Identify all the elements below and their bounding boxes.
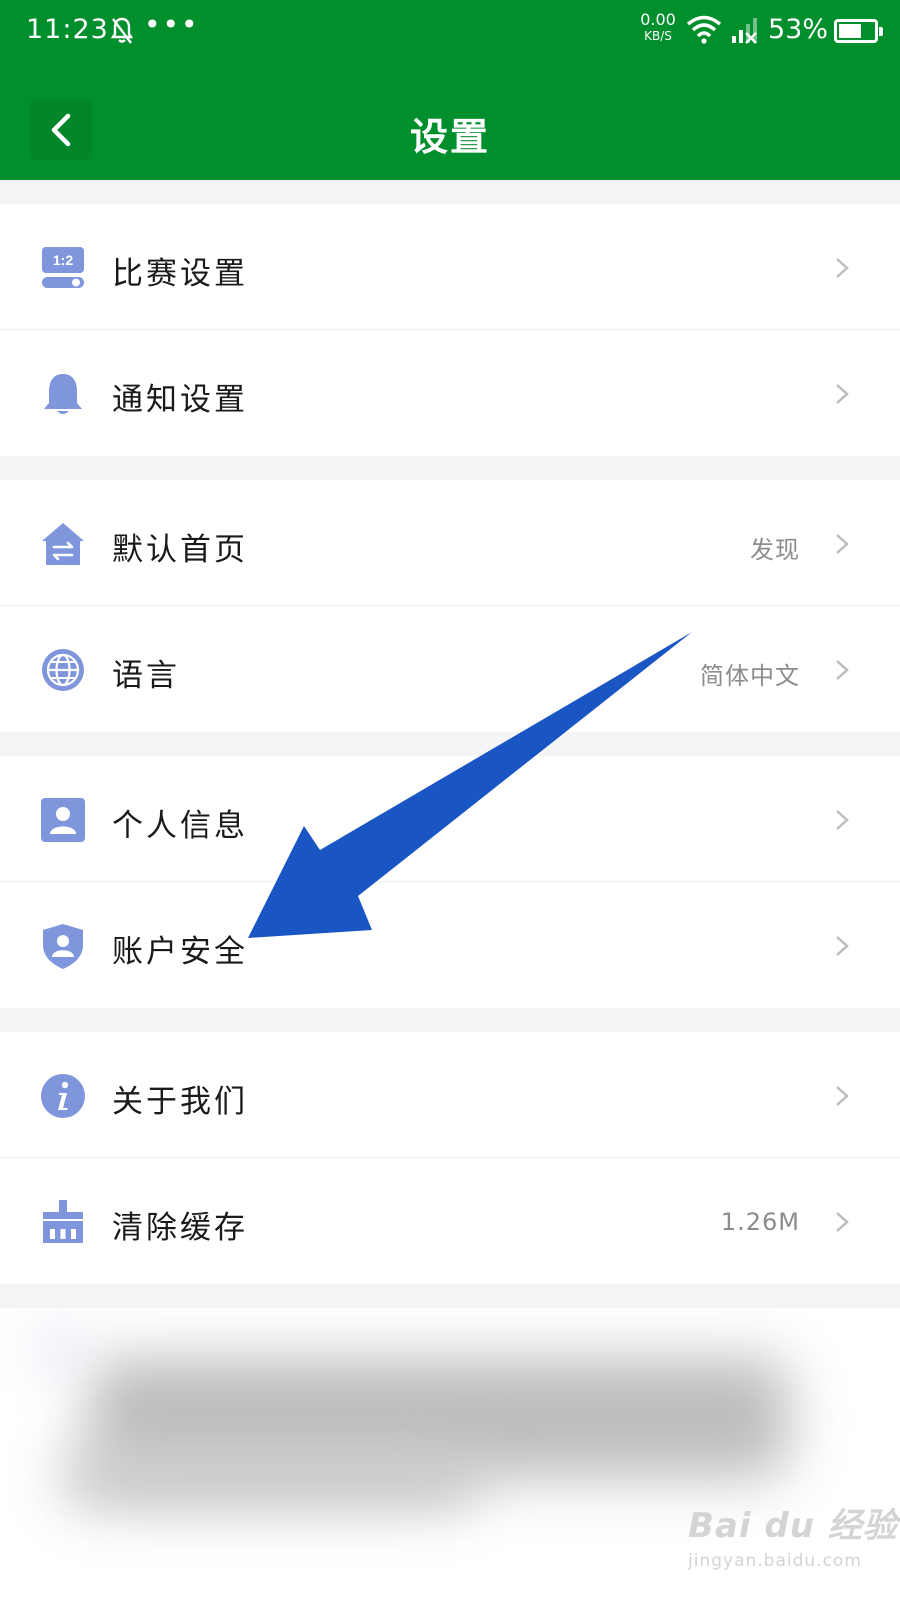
bell-icon xyxy=(44,374,82,414)
shield-user-icon xyxy=(43,924,83,969)
watermark-brand: Bai du 经验 xyxy=(688,1506,898,1546)
settings-group-account: 个人信息 账户安全 xyxy=(0,756,900,1008)
chevron-right-icon xyxy=(836,810,849,830)
settings-row-language[interactable]: 语言 简体中文 xyxy=(0,606,900,732)
net-speed: 0.00 KB/S xyxy=(636,12,680,44)
settings-row-label: 语言 xyxy=(112,658,180,694)
nav-bar: 设置 xyxy=(0,64,900,180)
settings-row-about[interactable]: 关于我们 xyxy=(0,1032,900,1158)
watermark: Bai du 经验 jingyan.baidu.com xyxy=(688,1498,898,1571)
battery-icon xyxy=(834,19,883,43)
settings-row-value: 1.26M xyxy=(720,1208,800,1236)
signal-icon xyxy=(732,18,757,44)
settings-group-general: 默认首页 发现 语言 简体中文 xyxy=(0,480,900,732)
status-bar: 11:23 ••• 0.00 KB/S 53% xyxy=(0,0,900,64)
settings-row-label: 比赛设置 xyxy=(112,256,248,292)
settings-row-value: 简体中文 xyxy=(700,662,800,690)
settings-group-match: 1:2 比赛设置 通知设置 xyxy=(0,204,900,456)
info-icon xyxy=(41,1074,85,1118)
settings-row-value: 发现 xyxy=(750,536,800,564)
settings-row-account-security[interactable]: 账户安全 xyxy=(0,882,900,1008)
net-speed-unit: KB/S xyxy=(644,29,672,43)
broom-icon xyxy=(43,1200,83,1243)
settings-row-default-home[interactable]: 默认首页 发现 xyxy=(0,480,900,606)
more-dots-icon: ••• xyxy=(144,8,200,41)
settings-group-other: 关于我们 清除缓存 1.26M xyxy=(0,1032,900,1284)
page-title: 设置 xyxy=(409,115,490,159)
chevron-right-icon xyxy=(836,258,849,278)
status-time: 11:23 xyxy=(26,14,109,45)
settings-row-label: 个人信息 xyxy=(112,808,248,844)
chevron-right-icon xyxy=(836,1086,849,1106)
settings-row-label: 通知设置 xyxy=(112,382,248,418)
watermark-site: jingyan.baidu.com xyxy=(688,1551,862,1571)
net-speed-value: 0.00 xyxy=(640,10,676,29)
profile-card-icon xyxy=(41,798,85,842)
settings-row-clear-cache[interactable]: 清除缓存 1.26M xyxy=(0,1158,900,1284)
settings-row-label: 关于我们 xyxy=(112,1084,248,1120)
settings-row-match[interactable]: 1:2 比赛设置 xyxy=(0,204,900,330)
wifi-icon xyxy=(686,15,722,44)
chevron-right-icon xyxy=(836,1212,849,1232)
chevron-right-icon xyxy=(836,660,849,680)
globe-icon xyxy=(42,649,84,691)
match-score-icon: 1:2 xyxy=(42,247,84,288)
bell-muted-icon xyxy=(110,17,134,44)
settings-row-label: 清除缓存 xyxy=(112,1210,248,1246)
settings-row-notification[interactable]: 通知设置 xyxy=(0,330,900,456)
chevron-right-icon xyxy=(836,534,849,554)
settings-row-label: 账户安全 xyxy=(112,934,248,970)
settings-row-label: 默认首页 xyxy=(112,532,248,568)
battery-percent: 53% xyxy=(768,14,829,45)
chevron-right-icon xyxy=(836,936,849,956)
settings-row-profile[interactable]: 个人信息 xyxy=(0,756,900,882)
chevron-right-icon xyxy=(836,384,849,404)
home-swap-icon xyxy=(42,523,84,565)
svg-text:1:2: 1:2 xyxy=(53,252,73,268)
